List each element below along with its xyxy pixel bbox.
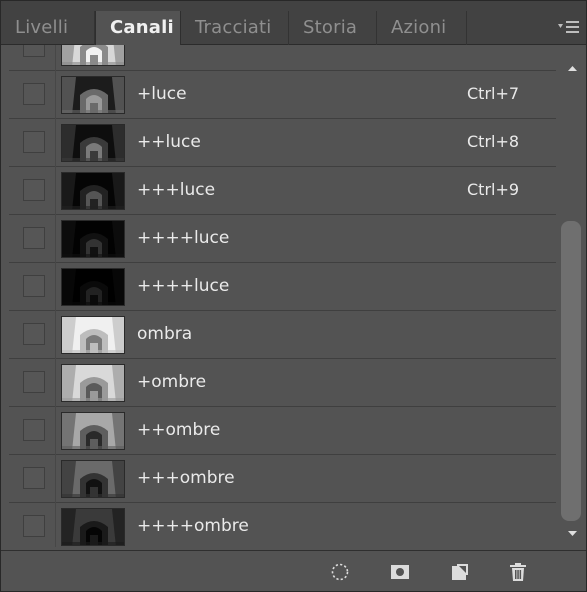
channel-thumbnail [61,45,125,66]
scroll-up-icon[interactable] [559,57,586,79]
channel-row[interactable]: ++++luce [9,263,556,311]
panel-menu-icon[interactable] [558,19,580,35]
tab-azioni[interactable]: Azioni [377,11,467,45]
channel-row[interactable]: ombra [9,311,556,359]
new-channel-icon[interactable] [449,561,471,583]
channel-row[interactable]: +++ombre [9,455,556,503]
channel-row[interactable]: ++++ombre [9,503,556,547]
divider [55,503,56,547]
visibility-toggle[interactable] [23,371,45,393]
divider [55,407,56,455]
visibility-toggle[interactable] [23,419,45,441]
channel-thumbnail [61,268,125,306]
divider [55,215,56,263]
channel-name: ombra [137,324,193,344]
scrollbar[interactable] [559,45,586,547]
channel-row[interactable] [9,45,556,71]
channel-thumbnail [61,364,125,402]
tab-bar: Livelli Canali Tracciati Storia Azioni [1,1,586,46]
tab-storia[interactable]: Storia [289,11,377,45]
visibility-toggle[interactable] [23,515,45,537]
visibility-toggle[interactable] [23,467,45,489]
divider [55,311,56,359]
channel-name: +ombre [137,372,207,392]
channel-name: +++ombre [137,468,235,488]
visibility-toggle[interactable] [23,275,45,297]
delete-channel-icon[interactable] [507,561,529,583]
channel-name: +++luce [137,180,216,200]
tab-canali[interactable]: Canali [95,11,181,46]
tab-tracciati[interactable]: Tracciati [181,11,289,45]
channel-thumbnail [61,220,125,258]
divider [55,71,56,119]
channel-shortcut: Ctrl+8 [467,132,520,151]
visibility-toggle[interactable] [23,227,45,249]
channel-row[interactable]: ++ombre [9,407,556,455]
channel-name: ++++luce [137,276,230,296]
divider [55,455,56,503]
bottom-toolbar [1,550,586,591]
save-selection-icon[interactable] [389,561,411,583]
channel-name: ++++luce [137,228,230,248]
channel-row[interactable]: +luce Ctrl+7 [9,71,556,119]
tab-livelli[interactable]: Livelli [1,11,95,45]
channel-thumbnail [61,508,125,546]
divider [55,167,56,215]
scroll-down-icon[interactable] [559,523,586,545]
visibility-toggle[interactable] [23,179,45,201]
channel-thumbnail [61,460,125,498]
scroll-thumb[interactable] [561,221,581,521]
visibility-toggle[interactable] [23,83,45,105]
channel-thumbnail [61,172,125,210]
channel-name: ++luce [137,132,201,152]
channel-thumbnail [61,412,125,450]
divider [55,359,56,407]
channels-panel: Livelli Canali Tracciati Storia Azioni +… [0,0,587,592]
channel-name: +luce [137,84,187,104]
divider [55,119,56,167]
load-selection-icon[interactable] [329,561,351,583]
channel-list: +luce Ctrl+7 ++luce Ctrl+8 +++luce Ctrl+… [9,45,556,547]
channel-row[interactable]: ++++luce [9,215,556,263]
divider [55,45,56,71]
channel-shortcut: Ctrl+7 [467,84,520,103]
channel-thumbnail [61,124,125,162]
channel-thumbnail [61,316,125,354]
visibility-toggle[interactable] [23,131,45,153]
visibility-toggle[interactable] [23,45,45,57]
visibility-toggle[interactable] [23,323,45,345]
channel-row[interactable]: +ombre [9,359,556,407]
channel-name: ++++ombre [137,516,249,536]
channel-row[interactable]: +++luce Ctrl+9 [9,167,556,215]
scroll-track[interactable] [561,81,581,521]
divider [55,263,56,311]
channel-shortcut: Ctrl+9 [467,180,520,199]
channel-name: ++ombre [137,420,221,440]
channel-thumbnail [61,76,125,114]
channel-row[interactable]: ++luce Ctrl+8 [9,119,556,167]
